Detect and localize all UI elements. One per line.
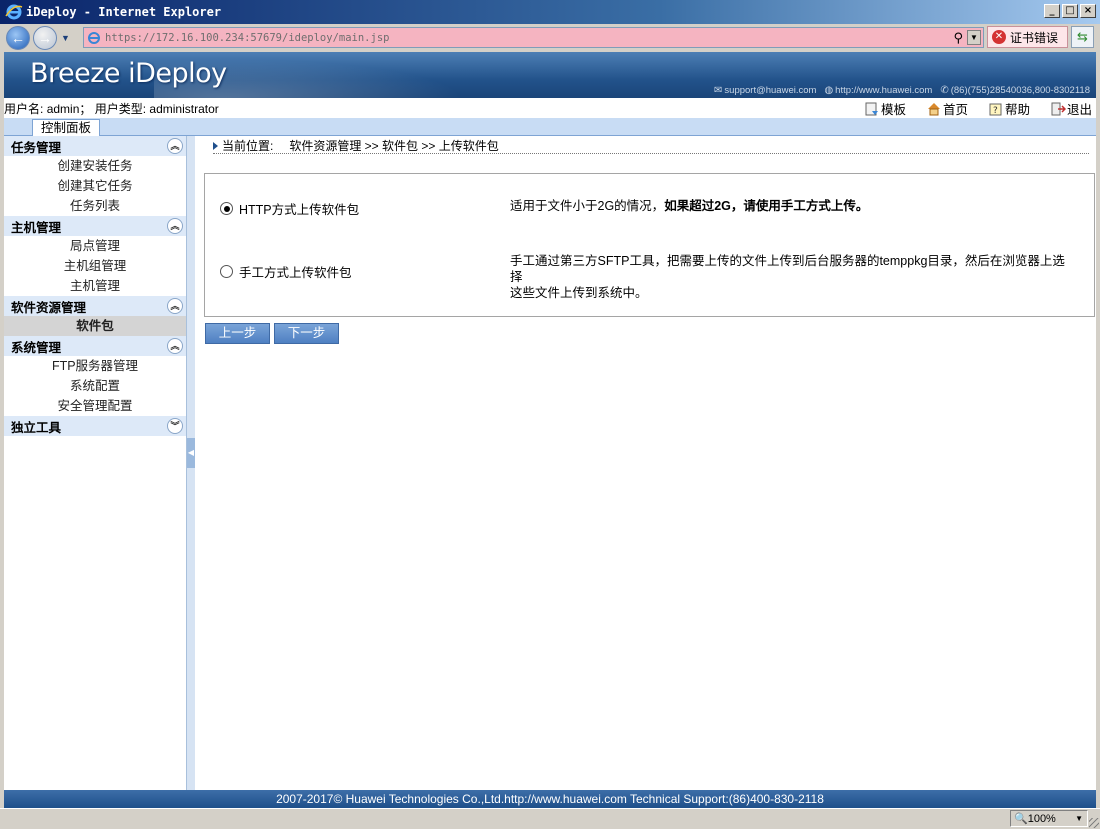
home-icon <box>927 102 940 115</box>
template-link[interactable]: 模板 <box>864 99 906 118</box>
username-value: admin； <box>46 101 92 116</box>
sidebar-splitter[interactable]: ◀ <box>186 136 195 790</box>
sidebar-section-software-resources[interactable]: 软件资源管理 ︽ <box>4 296 186 316</box>
browser-navbar: ← → ▼ https://172.16.100.234:57679/idepl… <box>0 24 1100 52</box>
sidebar-item-host-management[interactable]: 主机管理 <box>4 276 186 296</box>
email-contact: ✉ support@huawei.com <box>714 85 817 96</box>
breadcrumb: 当前位置: 软件资源管理 >> 软件包 >> 上传软件包 <box>213 138 1089 154</box>
usertype-value: administrator <box>149 101 219 116</box>
collapse-icon[interactable]: ︽ <box>167 218 183 234</box>
certificate-error-button[interactable]: ✕ 证书错误 <box>987 26 1068 48</box>
sidebar-section-host-management[interactable]: 主机管理 ︽ <box>4 216 186 236</box>
zoom-icon: 🔍 <box>1014 813 1028 825</box>
sidebar-item-ftp-server-management[interactable]: FTP服务器管理 <box>4 356 186 376</box>
breadcrumb-path: 软件资源管理 >> 软件包 >> 上传软件包 <box>289 139 499 153</box>
zoom-dropdown-icon[interactable]: ▼ <box>1075 814 1083 823</box>
manual-upload-label[interactable]: 手工方式上传软件包 <box>239 262 352 281</box>
app-logo: Breeze iDeploy <box>30 58 227 89</box>
sidebar-item-task-list[interactable]: 任务列表 <box>4 196 186 216</box>
close-button[interactable]: × <box>1080 4 1096 18</box>
window-title: iDeploy - Internet Explorer <box>26 5 222 19</box>
help-icon: ? <box>989 103 1002 116</box>
main-content: 当前位置: 软件资源管理 >> 软件包 >> 上传软件包 HTTP方式上传软件包… <box>195 136 1096 790</box>
username-label: 用户名: <box>4 101 44 116</box>
user-info-bar: 用户名: admin； 用户类型: administrator 模板 首页 ? … <box>4 98 1096 118</box>
user-info: 用户名: admin； 用户类型: administrator <box>4 100 219 117</box>
globe-icon: ◍ <box>824 85 834 96</box>
sidebar-item-system-config[interactable]: 系统配置 <box>4 376 186 396</box>
app-banner: Breeze iDeploy ✉ support@huawei.com ◍ http… <box>4 52 1096 99</box>
resize-grip[interactable] <box>1089 818 1099 828</box>
svg-text:?: ? <box>993 106 998 116</box>
banner-contacts: ✉ support@huawei.com ◍ http://www.huawei.c… <box>714 85 1090 96</box>
exit-icon <box>1051 102 1066 115</box>
collapse-icon[interactable]: ︽ <box>167 298 183 314</box>
sidebar-item-create-other-task[interactable]: 创建其它任务 <box>4 176 186 196</box>
sidebar-item-host-group-management[interactable]: 主机组管理 <box>4 256 186 276</box>
sidebar-item-security-config[interactable]: 安全管理配置 <box>4 396 186 416</box>
expand-icon[interactable]: ︾ <box>167 418 183 434</box>
phone-contact: ✆ (86)(755)28540036,800-8302118 <box>940 85 1090 96</box>
address-url[interactable]: https://172.16.100.234:57679/ideploy/mai… <box>105 32 389 44</box>
search-icon[interactable]: ⚲ <box>953 30 963 46</box>
template-icon <box>865 102 878 115</box>
email-icon: ✉ <box>714 85 723 96</box>
breadcrumb-label: 当前位置: <box>222 139 274 153</box>
page-icon <box>88 31 100 44</box>
http-upload-radio[interactable] <box>220 202 233 215</box>
zoom-control[interactable]: 🔍 100% ▼ <box>1010 810 1088 827</box>
usertype-label: 用户类型: <box>94 101 147 116</box>
back-arrow-icon[interactable]: ← <box>6 26 30 50</box>
collapse-icon[interactable]: ︽ <box>167 138 183 154</box>
page-footer: 2007-2017© Huawei Technologies Co.,Ltd.h… <box>4 790 1096 808</box>
browser-statusbar: 🔍 100% ▼ <box>0 808 1100 829</box>
exit-link[interactable]: 退出 <box>1050 99 1092 118</box>
sidebar-section-standalone-tools[interactable]: 独立工具 ︾ <box>4 416 186 436</box>
phone-icon: ✆ <box>940 85 949 96</box>
tab-strip: 控制面板 <box>4 118 1096 137</box>
http-upload-label[interactable]: HTTP方式上传软件包 <box>239 199 359 218</box>
minimize-button[interactable]: _ <box>1044 4 1060 18</box>
sidebar-section-task-management[interactable]: 任务管理 ︽ <box>4 136 186 156</box>
tab-control-panel[interactable]: 控制面板 <box>32 119 100 137</box>
maximize-button[interactable]: □ <box>1062 4 1078 18</box>
sidebar: 任务管理 ︽ 创建安装任务 创建其它任务 任务列表 主机管理 ︽ 局点管理 主机… <box>4 136 186 790</box>
help-link[interactable]: ? 帮助 <box>988 99 1030 118</box>
sidebar-item-software-package[interactable]: 软件包 <box>4 316 186 336</box>
home-link[interactable]: 首页 <box>926 99 968 118</box>
manual-upload-radio[interactable] <box>220 265 233 278</box>
next-step-button[interactable]: 下一步 <box>274 323 339 344</box>
collapse-icon[interactable]: ︽ <box>167 338 183 354</box>
manual-upload-option[interactable]: 手工方式上传软件包 <box>220 262 352 281</box>
upload-method-box: HTTP方式上传软件包 适用于文件小于2G的情况，如果超过2G，请使用手工方式上… <box>204 173 1095 317</box>
history-dropdown-icon[interactable]: ▼ <box>61 33 70 43</box>
manual-upload-description: 手工通过第三方SFTP工具，把需要上传的文件上传到后台服务器的temppkg目录… <box>510 254 1065 300</box>
refresh-icon[interactable]: ⇆ <box>1071 26 1094 48</box>
forward-arrow-icon[interactable]: → <box>33 26 57 50</box>
website-contact: ◍ http://www.huawei.com <box>824 85 933 96</box>
breadcrumb-arrow-icon <box>213 141 218 150</box>
sidebar-section-system-management[interactable]: 系统管理 ︽ <box>4 336 186 356</box>
address-dropdown-icon[interactable]: ▼ <box>967 30 981 45</box>
http-upload-option[interactable]: HTTP方式上传软件包 <box>220 199 359 218</box>
header-links: 模板 首页 ? 帮助 退出 <box>844 99 1092 118</box>
window-titlebar: iDeploy - Internet Explorer _ □ × <box>0 0 1100 24</box>
collapse-sidebar-handle[interactable]: ◀ <box>187 438 195 468</box>
sidebar-item-create-install-task[interactable]: 创建安装任务 <box>4 156 186 176</box>
certificate-error-label: 证书错误 <box>1010 30 1059 45</box>
prev-step-button[interactable]: 上一步 <box>205 323 270 344</box>
sidebar-item-site-management[interactable]: 局点管理 <box>4 236 186 256</box>
http-upload-description: 适用于文件小于2G的情况，如果超过2G，请使用手工方式上传。 <box>510 199 869 213</box>
internet-explorer-icon <box>5 4 23 20</box>
address-bar[interactable]: https://172.16.100.234:57679/ideploy/mai… <box>83 27 984 48</box>
error-icon: ✕ <box>992 30 1006 44</box>
zoom-level: 100% <box>1027 812 1056 825</box>
